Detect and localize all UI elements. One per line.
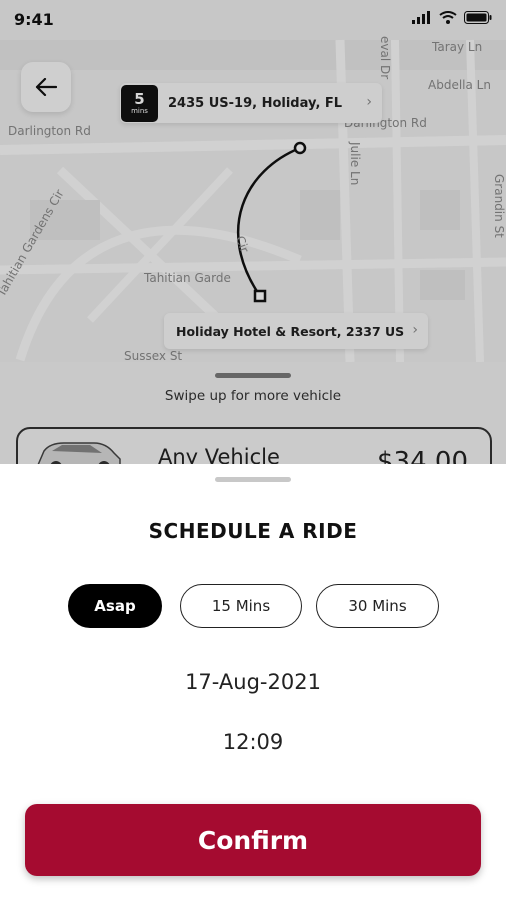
sheet-drag-handle[interactable]	[215, 477, 291, 482]
time-option-15-mins[interactable]: 15 Mins	[180, 584, 302, 628]
date-picker[interactable]: 17-Aug-2021	[0, 670, 506, 694]
time-option-asap[interactable]: Asap	[68, 584, 162, 628]
confirm-button[interactable]: Confirm	[25, 804, 481, 876]
modal-backdrop[interactable]	[0, 0, 506, 466]
time-option-30-mins[interactable]: 30 Mins	[316, 584, 439, 628]
schedule-title: SCHEDULE A RIDE	[148, 519, 358, 543]
time-picker[interactable]: 12:09	[0, 730, 506, 754]
schedule-ride-sheet: SCHEDULE A RIDE Asap 15 Mins 30 Mins 17-…	[0, 464, 506, 900]
